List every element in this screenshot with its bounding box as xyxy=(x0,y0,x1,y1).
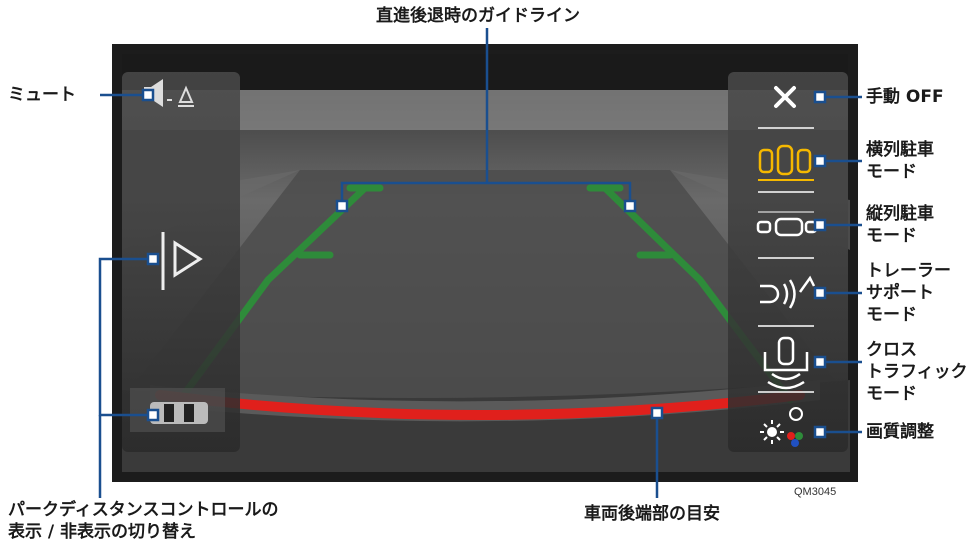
tandem-parking-mode-button[interactable] xyxy=(756,206,816,246)
park-distance-toggle-label: パークディスタンスコントロールの 表示 / 非表示の切り替え xyxy=(8,500,279,542)
parallel-parking-label: 横列駐車 モード xyxy=(866,140,934,182)
parallel-parking-mode-button[interactable] xyxy=(756,140,816,184)
image-quality-label: 画質調整 xyxy=(866,422,934,442)
trailer-support-label: トレーラー サポート モード xyxy=(866,261,951,325)
figure-code: QM3045 xyxy=(794,486,837,498)
close-manual-off-button[interactable] xyxy=(758,80,814,116)
park-distance-sensor-button[interactable] xyxy=(130,388,225,432)
cross-traffic-mode-button[interactable] xyxy=(756,332,816,396)
guide-line-label: 直進後退時のガイドライン xyxy=(376,6,580,26)
tandem-parking-label: 縦列駐車 モード xyxy=(866,204,934,246)
manual-off-label: 手動 OFF xyxy=(866,87,944,107)
vehicle-rear-end-label: 車両後端部の目安 xyxy=(584,504,720,524)
trailer-support-mode-button[interactable] xyxy=(756,270,816,316)
park-distance-toggle-button[interactable] xyxy=(150,228,210,294)
mute-button[interactable] xyxy=(138,76,200,114)
image-quality-button[interactable] xyxy=(756,404,816,450)
cross-traffic-label: クロス トラフィック モード xyxy=(866,340,968,404)
mute-label: ミュート xyxy=(8,85,76,105)
